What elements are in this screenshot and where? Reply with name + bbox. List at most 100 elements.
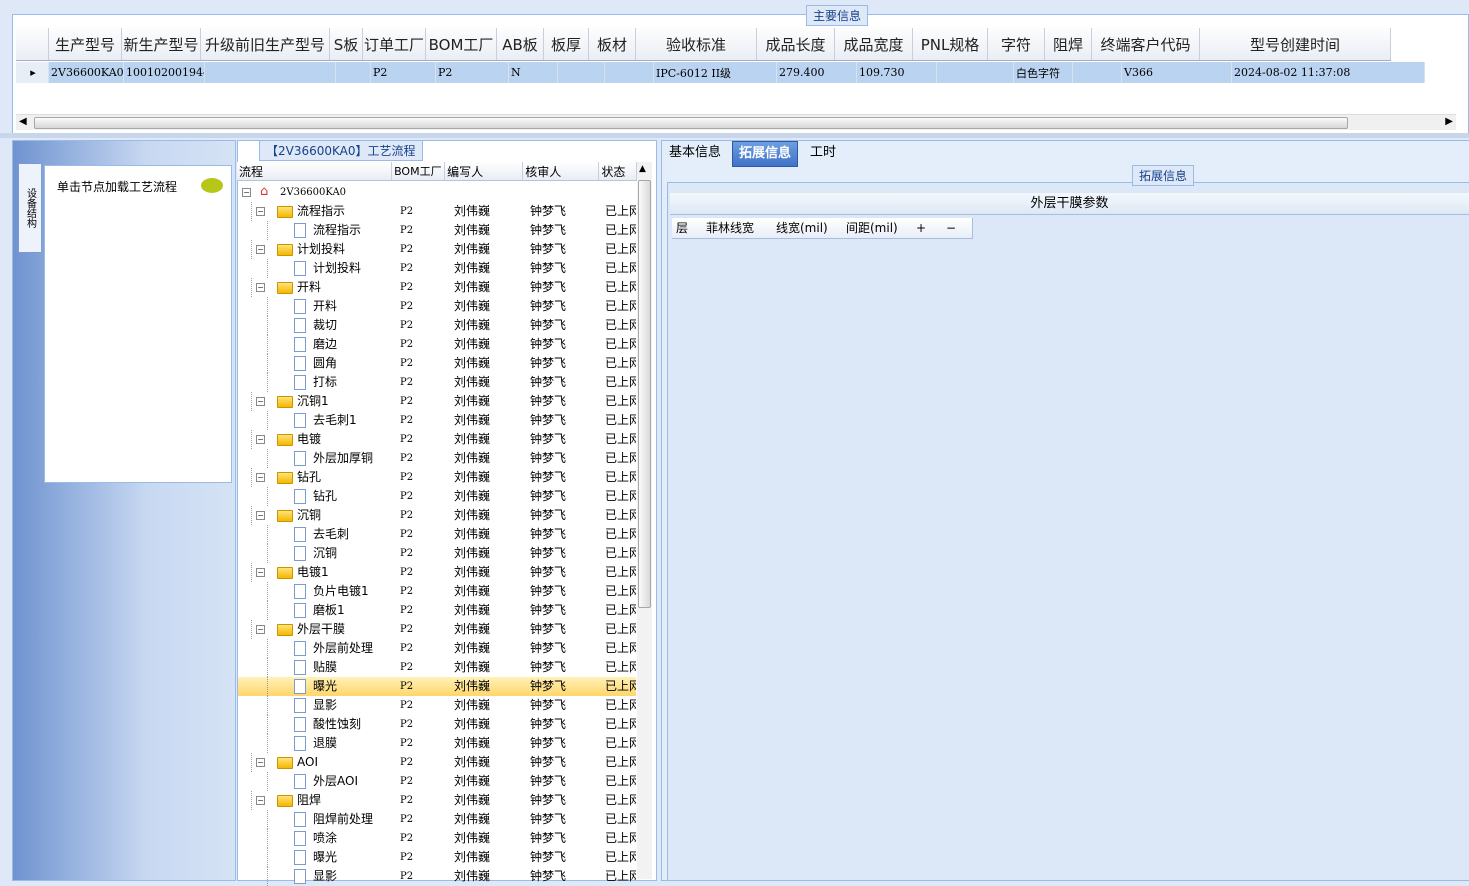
main-grid-row[interactable]: ▸2V36600KA010010200194492P2P2NIPC-6012 I… [16,62,1425,83]
tree-row[interactable]: 曝光 P2 刘伟巍 钟梦飞 已上网 [238,848,636,867]
tree-expander-icon[interactable]: − [256,283,265,292]
tree-row[interactable]: 外层AOI P2 刘伟巍 钟梦飞 已上网 [238,772,636,791]
grid-col-header[interactable]: 型号创建时间 [1200,28,1391,60]
grid-cell[interactable]: IPC-6012 II级 [654,62,777,83]
tree-row[interactable]: 外层加厚铜 P2 刘伟巍 钟梦飞 已上网 [238,449,636,468]
remove-column-button[interactable]: − [942,218,973,239]
grid-col-header[interactable]: 终端客户代码 [1092,28,1200,60]
tree-row[interactable]: 打标 P2 刘伟巍 钟梦飞 已上网 [238,373,636,392]
tree-row[interactable]: − 钻孔 P2 刘伟巍 钟梦飞 已上网 [238,468,636,487]
nav-hint-item[interactable]: 单击节点加载工艺流程 [57,178,177,195]
tree-row[interactable]: 退膜 P2 刘伟巍 钟梦飞 已上网 [238,734,636,753]
tree-row[interactable]: − ⌂ 2V36600KA0 [238,183,636,202]
grid-col-header[interactable]: S板 [330,28,363,60]
tree-row[interactable]: 磨边 P2 刘伟巍 钟梦飞 已上网 [238,335,636,354]
tree-row[interactable]: 喷涂 P2 刘伟巍 钟梦飞 已上网 [238,829,636,848]
tree-expander-icon[interactable]: − [242,188,251,197]
tree-row[interactable]: 显影 P2 刘伟巍 钟梦飞 已上网 [238,867,636,886]
tree-row[interactable]: 流程指示 P2 刘伟巍 钟梦飞 已上网 [238,221,636,240]
tree-row[interactable]: − 电镀 P2 刘伟巍 钟梦飞 已上网 [238,430,636,449]
tree-row[interactable]: 去毛刺1 P2 刘伟巍 钟梦飞 已上网 [238,411,636,430]
grid-col-header[interactable]: 验收标准 [636,28,757,60]
grid-cell[interactable]: N [509,62,558,83]
grid-cell[interactable]: V366 [1122,62,1232,83]
horizontal-scrollbar[interactable]: ◀ ▶ [16,114,1456,130]
grid-col-header[interactable]: AB板 [497,28,544,60]
tab-ext-info[interactable]: 拓展信息 [732,141,799,167]
tree-row[interactable]: − AOI P2 刘伟巍 钟梦飞 已上网 [238,753,636,772]
tree-row[interactable]: − 阻焊 P2 刘伟巍 钟梦飞 已上网 [238,791,636,810]
grid-cell[interactable] [605,62,654,83]
ext-col-header[interactable]: 菲林线宽 [702,218,773,239]
grid-cell[interactable]: 109.730 [857,62,937,83]
horizontal-splitter[interactable] [0,133,1469,138]
scroll-right-arrow-icon[interactable]: ▶ [1445,116,1453,127]
tree-row[interactable]: 阻焊前处理 P2 刘伟巍 钟梦飞 已上网 [238,810,636,829]
grid-cell[interactable] [937,62,1014,83]
grid-cell[interactable]: 2V36600KA0 [49,62,124,83]
tree-row[interactable]: − 开料 P2 刘伟巍 钟梦飞 已上网 [238,278,636,297]
tree-row[interactable]: 负片电镀1 P2 刘伟巍 钟梦飞 已上网 [238,582,636,601]
tree-col-header[interactable]: BOM工厂 [392,162,446,180]
grid-cell[interactable]: 279.400 [777,62,857,83]
ext-col-header[interactable]: 线宽(mil) [772,218,843,239]
grid-cell[interactable]: 10010200194492 [124,62,205,83]
tree-expander-icon[interactable]: − [256,473,265,482]
tree-row[interactable]: 开料 P2 刘伟巍 钟梦飞 已上网 [238,297,636,316]
tree-scroll-thumb[interactable] [638,180,651,608]
tree-expander-icon[interactable]: − [256,625,265,634]
ext-col-header[interactable]: 层 [672,218,703,239]
tree-row[interactable]: 计划投料 P2 刘伟巍 钟梦飞 已上网 [238,259,636,278]
tree-col-header[interactable]: 流程 [237,162,393,180]
ext-col-header[interactable]: 间距(mil) [842,218,913,239]
grid-col-header[interactable]: 生产型号 [49,28,122,60]
tree-row[interactable]: 磨板1 P2 刘伟巍 钟梦飞 已上网 [238,601,636,620]
scroll-left-arrow-icon[interactable]: ◀ [19,116,27,127]
tab-work-hours[interactable]: 工时 [804,141,842,165]
tree-row[interactable]: − 电镀1 P2 刘伟巍 钟梦飞 已上网 [238,563,636,582]
grid-col-header[interactable]: 板厚 [544,28,589,60]
tree-row[interactable]: 沉铜 P2 刘伟巍 钟梦飞 已上网 [238,544,636,563]
grid-col-header[interactable]: 板材 [589,28,636,60]
tree-expander-icon[interactable]: − [256,758,265,767]
tree-row[interactable]: 显影 P2 刘伟巍 钟梦飞 已上网 [238,696,636,715]
grid-col-header[interactable]: 字符 [988,28,1045,60]
tree-row[interactable]: − 沉铜1 P2 刘伟巍 钟梦飞 已上网 [238,392,636,411]
grid-cell[interactable] [558,62,605,83]
tab-basic-info[interactable]: 基本信息 [663,141,727,165]
grid-col-header[interactable]: 订单工厂 [363,28,426,60]
grid-col-header[interactable]: BOM工厂 [426,28,497,60]
tree-row[interactable]: − 外层干膜 P2 刘伟巍 钟梦飞 已上网 [238,620,636,639]
grid-col-header[interactable]: 新生产型号 [122,28,201,60]
grid-col-header[interactable]: 阻焊 [1045,28,1092,60]
tree-expander-icon[interactable]: − [256,207,265,216]
tree-row[interactable]: − 流程指示 P2 刘伟巍 钟梦飞 已上网 [238,202,636,221]
tree-row[interactable]: 钻孔 P2 刘伟巍 钟梦飞 已上网 [238,487,636,506]
add-column-button[interactable]: + [912,218,943,239]
tree-row[interactable]: 去毛刺 P2 刘伟巍 钟梦飞 已上网 [238,525,636,544]
grid-cell[interactable]: P2 [371,62,436,83]
tree-row[interactable]: 曝光 P2 刘伟巍 钟梦飞 已上网 [238,677,636,696]
grid-cell[interactable]: 白色字符 [1014,62,1073,83]
grid-cell[interactable] [336,62,371,83]
grid-col-header[interactable]: 成品宽度 [835,28,913,60]
tree-row[interactable]: 酸性蚀刻 P2 刘伟巍 钟梦飞 已上网 [238,715,636,734]
tree-row[interactable]: − 计划投料 P2 刘伟巍 钟梦飞 已上网 [238,240,636,259]
tree-expander-icon[interactable]: − [256,511,265,520]
grid-cell[interactable] [1073,62,1122,83]
tree-col-header[interactable]: 编写人 [445,162,524,180]
grid-cell[interactable] [205,62,336,83]
tree-row[interactable]: 圆角 P2 刘伟巍 钟梦飞 已上网 [238,354,636,373]
grid-cell[interactable]: P2 [436,62,509,83]
tree-row[interactable]: 裁切 P2 刘伟巍 钟梦飞 已上网 [238,316,636,335]
grid-col-header[interactable]: 升级前旧生产型号 [201,28,330,60]
grid-cell[interactable]: 2024-08-02 11:37:08 [1232,62,1425,83]
tree-expander-icon[interactable]: − [256,796,265,805]
grid-col-header[interactable]: PNL规格 [913,28,988,60]
tree-expander-icon[interactable]: − [256,397,265,406]
tree-expander-icon[interactable]: − [256,568,265,577]
scroll-up-arrow-icon[interactable]: ▲ [639,164,646,174]
tree-row[interactable]: − 沉铜 P2 刘伟巍 钟梦飞 已上网 [238,506,636,525]
tree-col-header[interactable]: 状态 [599,162,638,180]
tree-row[interactable]: 贴膜 P2 刘伟巍 钟梦飞 已上网 [238,658,636,677]
